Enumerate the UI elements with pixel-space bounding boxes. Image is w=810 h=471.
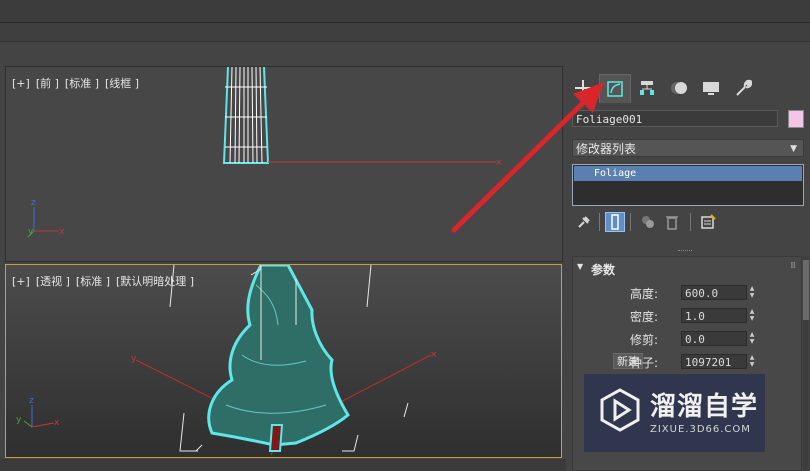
annotation-arrow	[451, 82, 604, 233]
